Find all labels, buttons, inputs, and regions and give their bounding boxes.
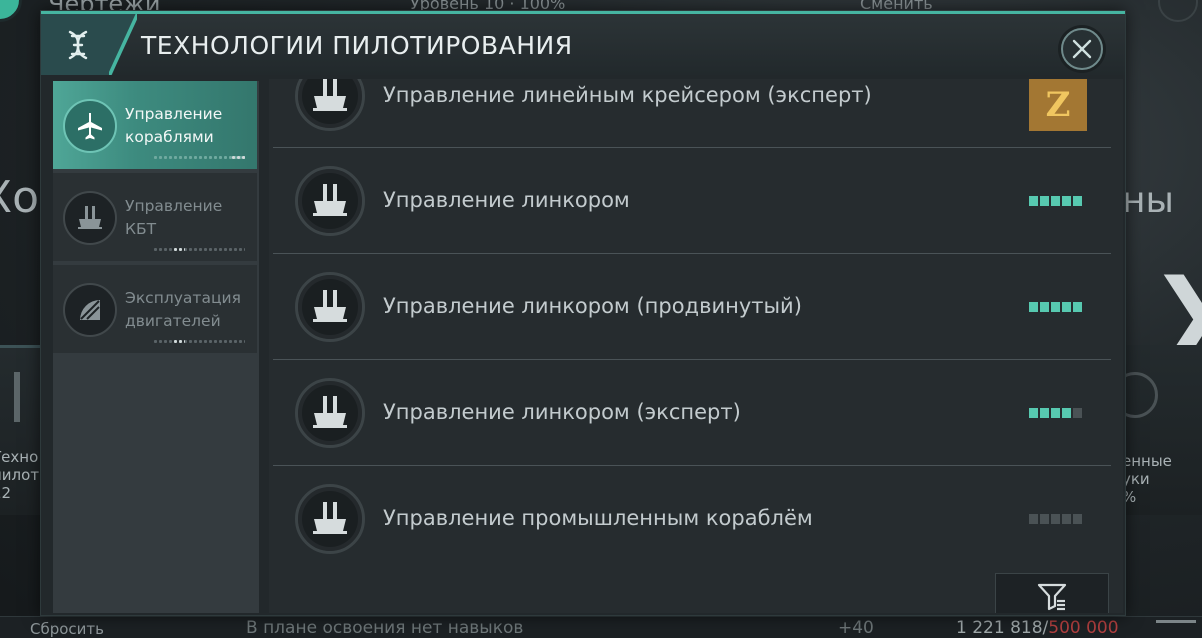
engine-icon	[63, 283, 117, 337]
sidebar-progress	[153, 247, 245, 252]
sidebar-item-ships[interactable]: Управление кораблями	[53, 81, 257, 169]
skill-name: Управление промышленным кораблём	[383, 506, 813, 530]
level-pip	[1062, 408, 1071, 418]
level-pip	[1029, 302, 1038, 312]
sidebar-progress-fill	[173, 247, 185, 252]
level-pip	[1073, 514, 1082, 524]
skill-level-bar	[1029, 514, 1085, 524]
skill-level-bar	[1029, 196, 1085, 206]
sidebar-item-label: Управление кораблями	[125, 105, 223, 146]
battleship-icon	[295, 272, 365, 342]
battleship-icon	[295, 79, 365, 131]
plan-status-text: В плане освоения нет навыков	[246, 618, 524, 638]
category-sidebar: Управление кораблями Управление КБТ Эксп…	[53, 81, 259, 613]
sidebar-progress-fill	[231, 155, 245, 160]
battleship-icon	[295, 378, 365, 448]
level-pip	[1040, 408, 1049, 418]
sidebar-item-engines[interactable]: Эксплуатация двигателей	[53, 265, 257, 353]
close-button[interactable]	[1061, 28, 1103, 70]
plane-icon	[63, 99, 117, 153]
currency-readout: 1 221 818/500 000	[956, 618, 1119, 638]
skill-row[interactable]: Управление линкором (продвинутый)	[273, 254, 1111, 359]
plan-points: +40	[838, 618, 874, 638]
battleship-icon	[295, 484, 365, 554]
sidebar-item-label: Управление КБТ	[125, 197, 223, 238]
level-pip	[1062, 302, 1071, 312]
skill-name: Управление линкором (эксперт)	[383, 400, 741, 424]
dna-icon	[68, 30, 88, 60]
modal-title: ТЕХНОЛОГИИ ПИЛОТИРОВАНИЯ	[141, 31, 573, 60]
level-pip	[1029, 514, 1038, 524]
level-pip	[1073, 302, 1082, 312]
level-pip	[1051, 408, 1060, 418]
level-pip	[1073, 408, 1082, 418]
currency-limit: 500 000	[1048, 618, 1119, 638]
level-pip	[1029, 196, 1038, 206]
skill-row[interactable]: Управление линкором	[273, 148, 1111, 253]
level-pip	[1062, 514, 1071, 524]
skill-row[interactable]: Управление линкором (эксперт)	[273, 360, 1111, 465]
close-icon	[1072, 39, 1092, 59]
filter-button[interactable]	[995, 573, 1109, 613]
modal-header: ТЕХНОЛОГИИ ПИЛОТИРОВАНИЯ	[41, 11, 1125, 75]
filter-icon	[1037, 583, 1067, 611]
sidebar-progress-fill	[173, 339, 185, 344]
level-pip	[1040, 302, 1049, 312]
skills-panel: Управление линейным крейсером (эксперт) …	[269, 79, 1123, 613]
battleship-icon	[295, 166, 365, 236]
sidebar-item-label: Эксплуатация двигателей	[125, 289, 241, 330]
bg-side-left-text: Хо	[0, 172, 40, 223]
header-accent-line	[109, 14, 137, 75]
level-pip	[1051, 302, 1060, 312]
skill-name: Управление линкором (продвинутый)	[383, 294, 802, 318]
z-badge-icon[interactable]: Z	[1029, 79, 1087, 131]
back-button[interactable]	[0, 0, 22, 22]
level-pip	[1029, 408, 1038, 418]
sidebar-progress	[153, 339, 245, 344]
skills-list: Управление линейным крейсером (эксперт) …	[269, 79, 1123, 555]
battleship-icon	[63, 191, 117, 245]
menu-icon[interactable]	[1156, 620, 1196, 638]
skill-name: Управление линкором	[383, 188, 630, 212]
pilot-tech-modal: ТЕХНОЛОГИИ ПИЛОТИРОВАНИЯ Управление кора…	[40, 10, 1126, 616]
level-pip	[1051, 196, 1060, 206]
bg-top-right-button[interactable]	[1158, 0, 1198, 22]
bg-ship-icon	[14, 372, 40, 422]
skill-name: Управление линейным крейсером (эксперт)	[383, 83, 872, 107]
skill-level-bar	[1029, 302, 1085, 312]
bg-right-card-text: енные уки %	[1122, 452, 1172, 506]
level-pip	[1040, 514, 1049, 524]
level-pip	[1051, 514, 1060, 524]
skill-row[interactable]: Управление линейным крейсером (эксперт)	[273, 79, 1111, 148]
level-pip	[1062, 196, 1071, 206]
currency-value: 1 221 818/	[956, 618, 1049, 638]
reset-button[interactable]: Сбросить	[30, 620, 104, 638]
skill-level-bar	[1029, 408, 1085, 418]
level-pip	[1040, 196, 1049, 206]
sidebar-item-kbt[interactable]: Управление КБТ	[53, 173, 257, 261]
badge-letter: Z	[1045, 85, 1071, 125]
skill-row[interactable]: Управление промышленным кораблём	[273, 466, 1111, 555]
level-pip	[1073, 196, 1082, 206]
bg-side-right-text: ны	[1122, 180, 1174, 221]
